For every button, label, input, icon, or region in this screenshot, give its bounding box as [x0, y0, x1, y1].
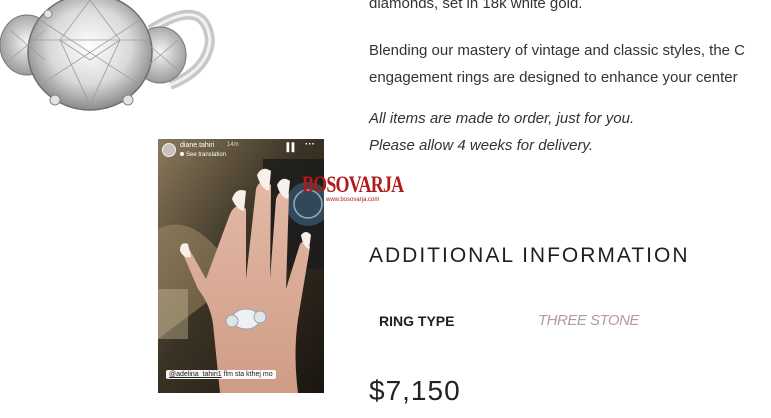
avatar[interactable]: [162, 143, 176, 157]
translate-dot-icon: [180, 152, 184, 157]
order-note: All items are made to order, just for yo…: [369, 105, 634, 159]
ring-type-label: RING TYPE: [379, 313, 455, 329]
made-to-order-text: All items are made to order, just for yo…: [369, 110, 635, 127]
description-line: engagement rings are designed to enhance…: [369, 69, 738, 86]
additional-information-heading: ADDITIONAL INFORMATION: [369, 244, 690, 267]
story-username[interactable]: diane.tahiri: [180, 142, 214, 149]
description-top-line: diamonds, set in 18k white gold.: [369, 0, 583, 12]
story-timestamp: 14m: [227, 142, 239, 148]
ring-type-value: THREE STONE: [538, 312, 639, 329]
story-photo: [158, 139, 324, 393]
watermark-logo: BOSOVARJA www.bosovarja.com: [302, 172, 432, 203]
story-header: diane.tahiri 14m See translation ▍▍ ···: [161, 139, 321, 163]
product-price: $7,150: [369, 375, 461, 406]
description-paragraph: Blending our mastery of vintage and clas…: [369, 37, 771, 91]
see-translation-label: See translation: [186, 152, 227, 158]
delivery-note-text: Please allow 4 weeks for delivery.: [369, 137, 593, 154]
story-caption: @adelina_tahiri1 flm sta kthej mo: [166, 370, 276, 379]
description-line: Blending our mastery of vintage and clas…: [369, 42, 746, 59]
caption-mention[interactable]: @adelina_tahiri1: [169, 371, 222, 378]
watermark-url: www.bosovarja.com: [326, 197, 380, 203]
instagram-story-screenshot: diane.tahiri 14m See translation ▍▍ ··· …: [158, 139, 324, 393]
watermark-text: BOSOVARJA: [302, 172, 404, 197]
pause-icon[interactable]: ▍▍: [287, 143, 298, 152]
more-dots-icon[interactable]: ···: [305, 139, 315, 150]
see-translation-link[interactable]: See translation: [180, 152, 226, 158]
caption-text: flm sta kthej mo: [221, 371, 273, 378]
ring-product-image: [0, 0, 230, 118]
